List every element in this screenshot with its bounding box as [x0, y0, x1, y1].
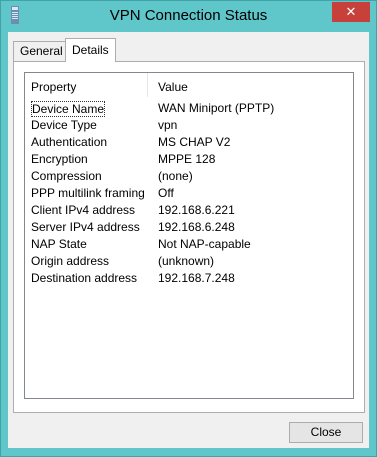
row-property: NAP State	[31, 237, 87, 251]
row-property: Encryption	[31, 152, 88, 166]
row-value: (unknown)	[158, 254, 215, 268]
row-property: Client IPv4 address	[31, 203, 136, 217]
tab-general[interactable]: General	[13, 41, 70, 61]
dialog-body: General Details Property Value Device Na…	[8, 32, 369, 448]
window-title: VPN Connection Status	[109, 7, 268, 24]
table-row[interactable]: Device Name WAN Miniport (PPTP)	[25, 101, 353, 118]
details-panel: Property Value Device Name WAN Miniport …	[13, 61, 365, 413]
table-row[interactable]: Server IPv4 address 192.168.6.248	[25, 220, 353, 237]
row-value: MPPE 128	[158, 152, 216, 166]
row-property: Server IPv4 address	[31, 220, 140, 234]
table-row[interactable]: Device Type vpn	[25, 118, 353, 135]
row-property: Authentication	[31, 135, 108, 149]
row-property: Destination address	[31, 271, 138, 285]
column-header-property[interactable]: Property	[31, 80, 76, 94]
row-value: MS CHAP V2	[158, 135, 231, 149]
row-value: 192.168.6.248	[158, 220, 235, 234]
row-property: Origin address	[31, 254, 110, 268]
table-row[interactable]: Destination address 192.168.7.248	[25, 271, 353, 288]
row-property: Device Name	[31, 101, 106, 117]
title-bar[interactable]: VPN Connection Status ✕	[1, 1, 376, 32]
close-button[interactable]: Close	[289, 422, 363, 443]
table-row[interactable]: Origin address (unknown)	[25, 254, 353, 271]
table-row[interactable]: Encryption MPPE 128	[25, 152, 353, 169]
table-row[interactable]: Authentication MS CHAP V2	[25, 135, 353, 152]
tab-details[interactable]: Details	[65, 38, 116, 62]
row-property: Compression	[31, 169, 102, 183]
table-row[interactable]: PPP multilink framing Off	[25, 186, 353, 203]
row-value: 192.168.7.248	[158, 271, 235, 285]
column-divider[interactable]	[147, 73, 148, 97]
details-list[interactable]: Property Value Device Name WAN Miniport …	[24, 72, 354, 399]
table-row[interactable]: Client IPv4 address 192.168.6.221	[25, 203, 353, 220]
row-value: Not NAP-capable	[158, 237, 251, 251]
row-property: PPP multilink framing	[31, 186, 145, 200]
table-row[interactable]: Compression (none)	[25, 169, 353, 186]
vpn-status-window: VPN Connection Status ✕ General Details …	[0, 0, 377, 457]
row-value: (none)	[158, 169, 193, 183]
close-icon[interactable]: ✕	[332, 2, 370, 22]
row-property: Device Type	[31, 118, 97, 132]
row-value: Off	[158, 186, 174, 200]
column-header-value[interactable]: Value	[158, 80, 188, 94]
row-value: 192.168.6.221	[158, 203, 235, 217]
row-value: vpn	[158, 118, 178, 132]
list-header: Property Value	[25, 73, 353, 98]
table-row[interactable]: NAP State Not NAP-capable	[25, 237, 353, 254]
row-value: WAN Miniport (PPTP)	[158, 101, 275, 115]
